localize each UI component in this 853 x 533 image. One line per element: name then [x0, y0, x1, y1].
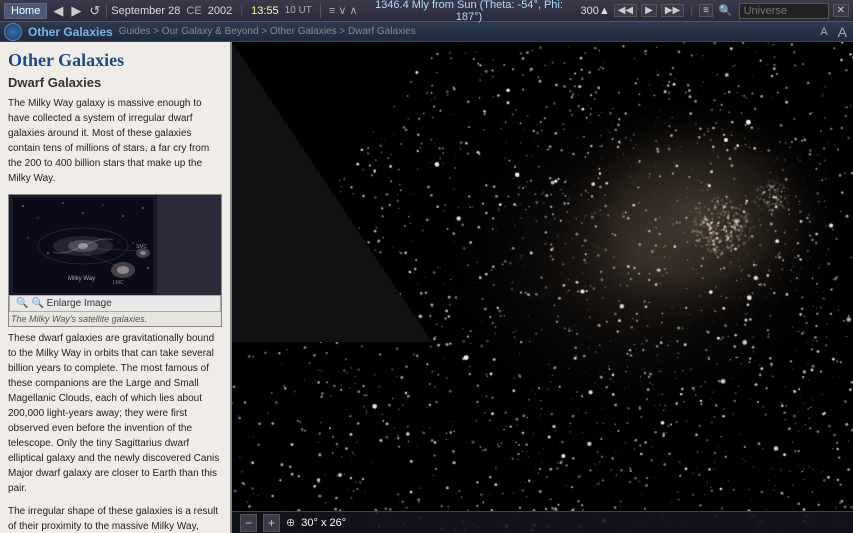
sky-zoom-icon: ⊕	[286, 516, 295, 529]
galaxy-image-container: Milky Way LMC SMC 🔍 🔍 Enlarge Image The …	[8, 194, 222, 327]
search-button[interactable]: ✕	[833, 4, 849, 17]
text-size-large-button[interactable]: A	[836, 24, 849, 40]
play-prev-button[interactable]: ◀◀	[614, 4, 637, 17]
play-button[interactable]: ▶	[641, 4, 657, 17]
svg-text:Milky Way: Milky Way	[68, 276, 95, 282]
sky-fov-display: 30° x 26°	[301, 517, 346, 529]
body-text-1: The Milky Way galaxy is massive enough t…	[8, 96, 222, 186]
image-caption: The Milky Way's satellite galaxies.	[9, 312, 221, 326]
zoom-display: 300▲	[580, 5, 609, 17]
sky-zoom-in-button[interactable]: +	[263, 514, 280, 532]
guide-toolbar: Other Galaxies Guides > Our Galaxy & Bey…	[0, 22, 853, 42]
left-panel: Other Galaxies Dwarf Galaxies The Milky …	[0, 42, 232, 533]
enlarge-button[interactable]: 🔍 🔍 Enlarge Image	[9, 295, 221, 312]
app-logo	[4, 23, 22, 41]
position-display: 1346.4 Mly from Sun (Theta: -54°, Phi: 1…	[362, 0, 577, 23]
time-display: 13:55	[251, 5, 279, 17]
starfield-canvas	[232, 42, 853, 533]
home-button[interactable]: Home	[4, 3, 47, 19]
guide-title: Other Galaxies	[28, 25, 113, 39]
main-toolbar: Home ◀ ▶ ↺ September 28 CE 2002 | 13:55 …	[0, 0, 853, 22]
search-input[interactable]	[739, 3, 829, 19]
main-content: Other Galaxies Dwarf Galaxies The Milky …	[0, 42, 853, 533]
refresh-button[interactable]: ↺	[87, 3, 102, 19]
sky-bottom-bar: − + ⊕ 30° x 26°	[232, 511, 853, 533]
svg-text:SMC: SMC	[136, 244, 148, 250]
text-size-small-button[interactable]: A	[818, 26, 829, 38]
back-button[interactable]: ◀	[51, 3, 65, 19]
date-display: September 28 CE 2002	[111, 5, 232, 17]
sky-view[interactable]: − + ⊕ 30° x 26°	[232, 42, 853, 533]
magnify-icon: 🔍	[16, 298, 28, 309]
breadcrumb: Guides > Our Galaxy & Beyond > Other Gal…	[119, 26, 416, 37]
svg-text:LMC: LMC	[113, 280, 124, 286]
body-text-3: The irregular shape of these galaxies is…	[8, 504, 222, 533]
body-text-2: These dwarf galaxies are gravitationally…	[8, 331, 222, 496]
page-subtitle: Dwarf Galaxies	[8, 75, 222, 90]
play-next-button[interactable]: ▶▶	[661, 4, 684, 17]
galaxy-image: Milky Way LMC SMC	[9, 195, 157, 295]
options-button[interactable]: ≡	[699, 4, 713, 17]
forward-button[interactable]: ▶	[69, 3, 83, 19]
sky-zoom-out-button[interactable]: −	[240, 514, 257, 532]
page-title: Other Galaxies	[8, 50, 222, 71]
